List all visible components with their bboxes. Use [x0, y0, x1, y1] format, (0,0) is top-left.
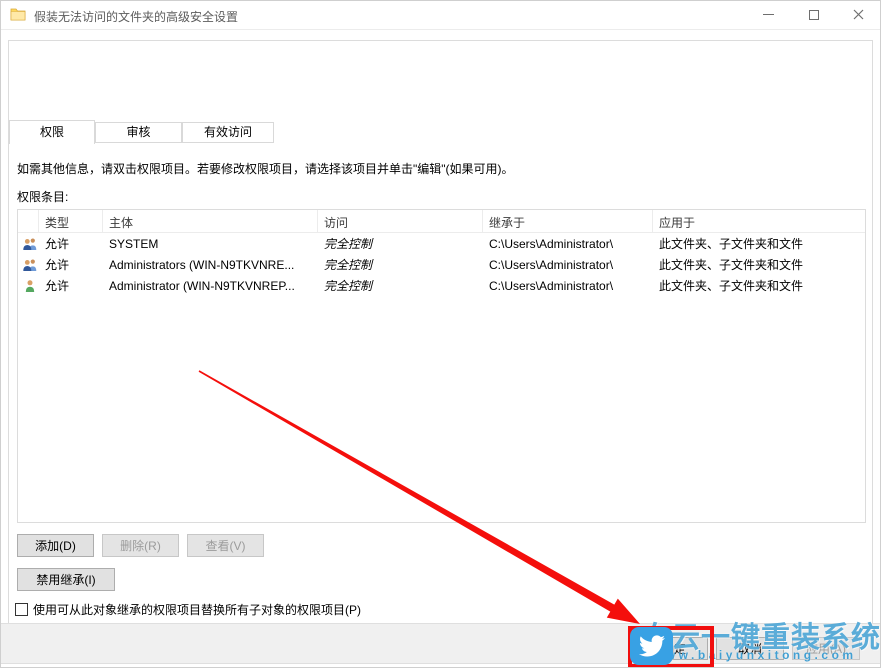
tab-effective-access[interactable]: 有效访问 [182, 122, 274, 143]
minimize-button[interactable] [746, 0, 791, 29]
header-inherited-from[interactable]: 继承于 [483, 210, 653, 232]
content-panel: 权限 审核 有效访问 如需其他信息，请双击权限项目。若要修改权限项目，请选择该项… [8, 40, 873, 629]
maximize-button[interactable] [791, 0, 836, 29]
cell-applies-to: 此文件夹、子文件夹和文件 [653, 235, 867, 252]
table-row[interactable]: 允许 Administrator (WIN-N9TKVNREP... 完全控制 … [18, 275, 865, 296]
minimize-icon [763, 14, 774, 15]
cell-type: 允许 [39, 277, 103, 294]
entries-label: 权限条目: [17, 188, 68, 205]
cell-applies-to: 此文件夹、子文件夹和文件 [653, 256, 867, 273]
remove-button: 删除(R) [102, 534, 179, 557]
header-type[interactable]: 类型 [39, 210, 103, 232]
header-applies-to[interactable]: 应用于 [653, 210, 867, 232]
cell-principal: Administrator (WIN-N9TKVNREP... [103, 279, 318, 293]
replace-permissions-row[interactable]: 使用可从此对象继承的权限项目替换所有子对象的权限项目(P) [15, 601, 361, 618]
apply-button: 应用(A) [792, 637, 860, 660]
tab-permissions[interactable]: 权限 [9, 120, 95, 144]
view-button: 查看(V) [187, 534, 264, 557]
cell-access: 完全控制 [318, 235, 483, 252]
table-row[interactable]: 允许 Administrators (WIN-N9TKVNRE... 完全控制 … [18, 254, 865, 275]
disable-inheritance-button[interactable]: 禁用继承(I) [17, 568, 115, 591]
cell-type: 允许 [39, 235, 103, 252]
table-header: 类型 主体 访问 继承于 应用于 [18, 210, 865, 233]
close-button[interactable] [836, 0, 881, 29]
cell-access: 完全控制 [318, 277, 483, 294]
header-icon-column[interactable] [18, 210, 39, 232]
group-icon [18, 236, 39, 252]
twitter-icon [630, 627, 673, 665]
table-row[interactable]: 允许 SYSTEM 完全控制 C:\Users\Administrator\ 此… [18, 233, 865, 254]
cell-inherited-from: C:\Users\Administrator\ [483, 237, 653, 251]
cell-inherited-from: C:\Users\Administrator\ [483, 279, 653, 293]
cell-principal: Administrators (WIN-N9TKVNRE... [103, 258, 318, 272]
folder-icon [10, 7, 26, 24]
header-principal[interactable]: 主体 [103, 210, 318, 232]
add-button[interactable]: 添加(D) [17, 534, 94, 557]
cell-inherited-from: C:\Users\Administrator\ [483, 258, 653, 272]
close-icon [853, 9, 864, 20]
window-title: 假装无法访问的文件夹的高级安全设置 [34, 8, 238, 25]
permission-entries-table: 类型 主体 访问 继承于 应用于 允许 SYSTEM 完全控制 C:\Users… [17, 209, 866, 523]
cell-access: 完全控制 [318, 256, 483, 273]
cell-type: 允许 [39, 256, 103, 273]
cell-principal: SYSTEM [103, 237, 318, 251]
instruction-text: 如需其他信息，请双击权限项目。若要修改权限项目，请选择该项目并单击"编辑"(如果… [17, 160, 514, 177]
user-icon [18, 278, 39, 294]
titlebar: 假装无法访问的文件夹的高级安全设置 [0, 0, 881, 30]
group-icon [18, 257, 39, 273]
replace-permissions-label: 使用可从此对象继承的权限项目替换所有子对象的权限项目(P) [33, 601, 361, 618]
tab-auditing[interactable]: 审核 [95, 122, 182, 143]
maximize-icon [809, 10, 819, 20]
cell-applies-to: 此文件夹、子文件夹和文件 [653, 277, 867, 294]
cancel-button[interactable]: 取消 [716, 637, 784, 660]
header-access[interactable]: 访问 [318, 210, 483, 232]
replace-permissions-checkbox[interactable] [15, 603, 28, 616]
